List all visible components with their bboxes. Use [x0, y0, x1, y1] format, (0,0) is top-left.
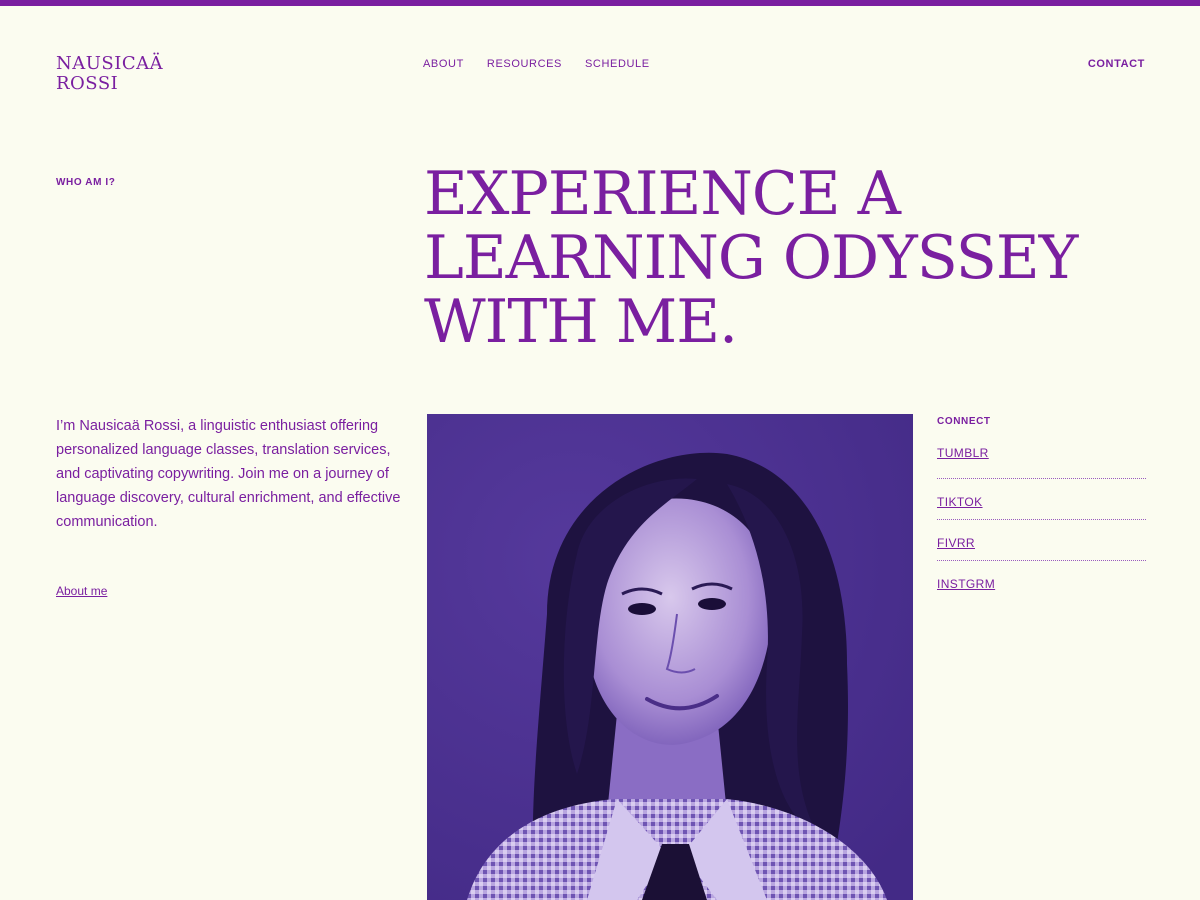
fivrr-link[interactable]: FIVRR	[937, 536, 975, 550]
nav-schedule-link[interactable]: SCHEDULE	[585, 58, 650, 70]
social-item: FIVRR	[937, 520, 1146, 561]
social-links-list: TUMBLR TIKTOK FIVRR INSTGRM	[937, 440, 1146, 601]
connect-label: CONNECT	[937, 416, 991, 427]
who-am-i-label: WHO AM I?	[56, 177, 116, 188]
social-item: INSTGRM	[937, 561, 1146, 601]
social-item: TIKTOK	[937, 479, 1146, 520]
nav-resources-link[interactable]: RESOURCES	[487, 58, 562, 70]
top-accent-bar	[0, 0, 1200, 6]
logo-line-1: NAUSICAÄ	[56, 53, 164, 74]
site-logo[interactable]: NAUSICAÄ ROSSI	[56, 54, 163, 94]
headline-line-2: LEARNING ODYSSEY	[424, 223, 1078, 293]
tiktok-link[interactable]: TIKTOK	[937, 495, 983, 509]
logo-line-2: ROSSI	[56, 73, 119, 94]
nav-contact-link[interactable]: CONTACT	[1088, 58, 1145, 70]
bio-paragraph: I’m Nausicaä Rossi, a linguistic enthusi…	[56, 418, 401, 530]
headline-line-3: WITH ME.	[424, 287, 738, 357]
nav-about-link[interactable]: ABOUT	[423, 58, 464, 70]
hero-headline: EXPERIENCE A LEARNING ODYSSEY WITH ME.	[424, 159, 1078, 357]
tumblr-link[interactable]: TUMBLR	[937, 446, 989, 460]
main-nav: ABOUT RESOURCES SCHEDULE	[423, 58, 673, 70]
portrait-illustration	[427, 414, 913, 900]
about-me-link[interactable]: About me	[56, 584, 107, 598]
instgrm-link[interactable]: INSTGRM	[937, 577, 995, 591]
headline-line-1: EXPERIENCE A	[424, 159, 901, 229]
portrait-photo	[427, 414, 913, 900]
social-item: TUMBLR	[937, 440, 1146, 479]
